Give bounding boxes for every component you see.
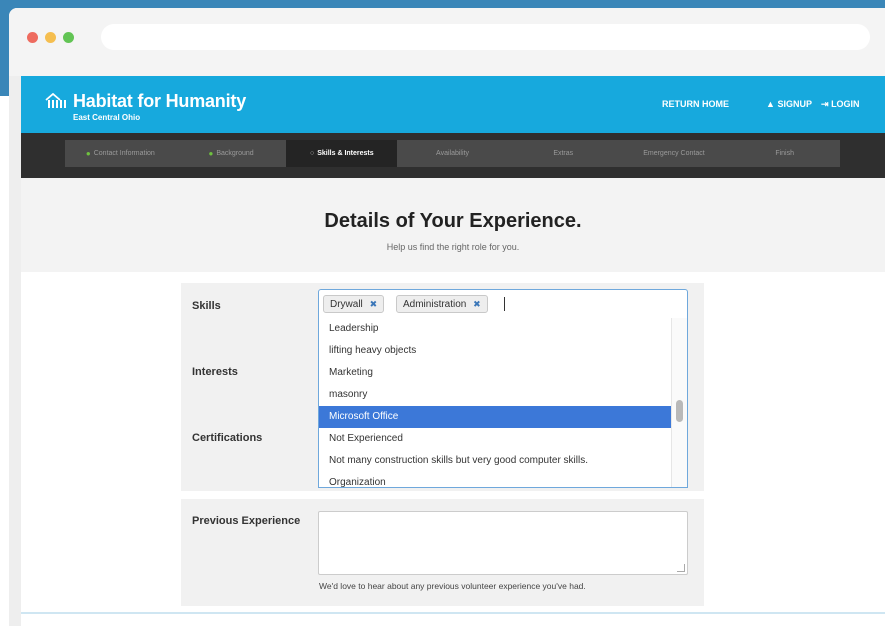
step-availability[interactable]: Availability — [397, 140, 508, 167]
previous-experience-help: We'd love to hear about any previous vol… — [319, 581, 586, 591]
dropdown-option[interactable]: Leadership — [319, 318, 671, 340]
browser-chrome — [9, 8, 885, 76]
skills-label: Skills — [192, 300, 221, 312]
web-page: Habitat for Humanity East Central Ohio R… — [21, 76, 885, 626]
progress-steps: ● Contact Information ● Background ○ Ski… — [65, 140, 840, 167]
skills-dropdown[interactable]: Leadership lifting heavy objects Marketi… — [318, 318, 688, 488]
dropdown-option-highlighted[interactable]: Microsoft Office — [319, 406, 671, 428]
previous-experience-label: Previous Experience — [192, 515, 301, 527]
check-circle-icon: ● — [85, 149, 91, 158]
step-label: Emergency Contact — [643, 150, 705, 157]
page-title: Details of Your Experience. — [324, 210, 582, 232]
remove-tag-icon[interactable]: ✖ — [473, 299, 481, 309]
site-subtitle: East Central Ohio — [73, 113, 141, 122]
skill-tag-label: Administration — [403, 299, 467, 310]
step-label: Extras — [553, 150, 574, 157]
return-home-link[interactable]: RETURN HOME — [662, 99, 729, 109]
close-window-icon[interactable] — [27, 32, 38, 43]
house-people-icon — [45, 93, 66, 108]
previous-experience-textarea[interactable] — [318, 511, 688, 575]
step-label: Background — [216, 150, 254, 157]
interests-label: Interests — [192, 366, 238, 378]
person-icon: ▲ — [766, 99, 775, 109]
step-contact-information[interactable]: ● Contact Information — [65, 140, 176, 167]
dropdown-option[interactable]: Organization — [319, 472, 671, 487]
step-label: Availability — [436, 150, 469, 157]
page-hero: Details of Your Experience. Help us find… — [21, 178, 885, 272]
login-label: LOGIN — [831, 99, 860, 109]
dropdown-option[interactable]: Marketing — [319, 362, 671, 384]
dropdown-option[interactable]: Not many construction skills but very go… — [319, 450, 671, 472]
step-label: Finish — [775, 150, 795, 157]
divider — [21, 612, 885, 614]
skills-tag-input[interactable]: Drywall ✖ Administration ✖ — [318, 289, 688, 319]
signup-label: SIGNUP — [777, 99, 812, 109]
dropdown-scrollbar[interactable] — [671, 318, 687, 487]
step-skills-interests[interactable]: ○ Skills & Interests — [286, 140, 398, 167]
step-emergency-contact[interactable]: Emergency Contact — [619, 140, 730, 167]
text-caret — [504, 297, 505, 311]
address-bar[interactable] — [101, 24, 870, 50]
minimize-window-icon[interactable] — [45, 32, 56, 43]
login-link[interactable]: ⇥ LOGIN — [821, 99, 860, 110]
maximize-window-icon[interactable] — [63, 32, 74, 43]
certifications-label: Certifications — [192, 432, 263, 444]
dropdown-option[interactable]: Not Experienced — [319, 428, 671, 450]
site-name: Habitat for Humanity — [73, 91, 247, 111]
site-header: Habitat for Humanity East Central Ohio R… — [21, 76, 885, 133]
skill-tag: Administration ✖ — [396, 295, 488, 313]
step-extras[interactable]: Extras — [508, 140, 619, 167]
skill-tag: Drywall ✖ — [323, 295, 385, 313]
step-background[interactable]: ● Background — [176, 140, 287, 167]
signup-link[interactable]: ▲ SIGNUP — [766, 99, 812, 109]
dropdown-option[interactable]: masonry — [319, 384, 671, 406]
remove-tag-icon[interactable]: ✖ — [370, 299, 378, 309]
step-label: Skills & Interests — [317, 150, 374, 157]
browser-window: Habitat for Humanity East Central Ohio R… — [9, 8, 885, 626]
check-circle-icon: ● — [208, 149, 214, 158]
dropdown-option[interactable]: lifting heavy objects — [319, 340, 671, 362]
step-finish[interactable]: Finish — [729, 140, 840, 167]
step-label: Contact Information — [93, 150, 155, 157]
skill-tag-label: Drywall — [330, 299, 363, 310]
progress-steps-bar: ● Contact Information ● Background ○ Ski… — [21, 133, 885, 178]
circle-icon: ○ — [309, 150, 315, 157]
scrollbar-thumb[interactable] — [676, 400, 683, 422]
resize-grip-icon[interactable] — [677, 564, 685, 572]
login-arrow-icon: ⇥ — [821, 99, 829, 109]
page-subtitle: Help us find the right role for you. — [386, 242, 520, 252]
